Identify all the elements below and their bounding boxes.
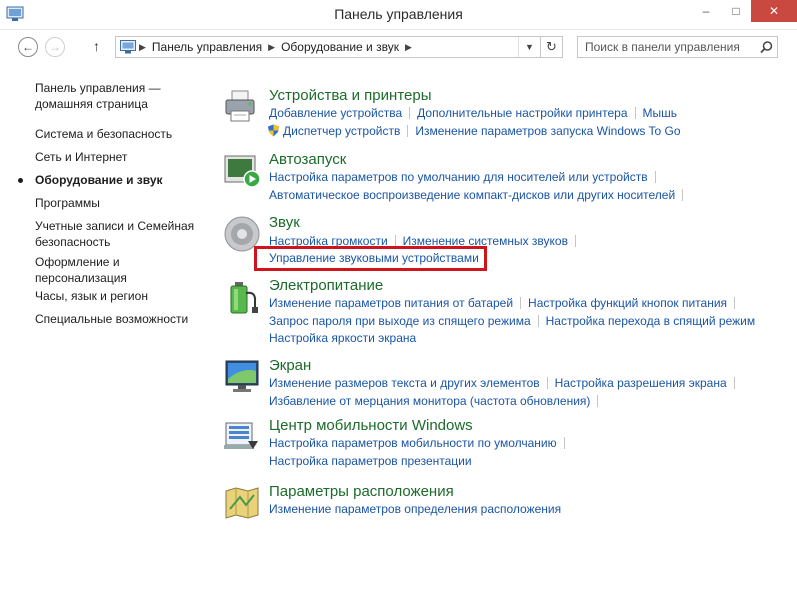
search-box[interactable] [577,36,778,58]
category-links: Избавление от мерцания монитора (частота… [269,394,605,408]
location-settings-link[interactable]: Изменение параметров определения располо… [269,502,561,516]
sidebar-item-clock-region[interactable]: Часы, язык и регион [35,288,148,304]
category-links: Автоматическое воспроизведение компакт-д… [269,188,690,202]
sidebar-item-system-security[interactable]: Система и безопасность [35,126,172,142]
category-links: Изменение параметров определения располо… [269,502,561,516]
chevron-right-icon[interactable]: ▶ [405,42,412,53]
refresh-rate-link[interactable]: Избавление от мерцания монитора (частота… [269,394,590,408]
arrow-left-icon: ← [22,40,34,54]
category-title[interactable]: Звук [269,214,300,231]
printer-settings-link[interactable]: Дополнительные настройки принтера [417,106,627,120]
screen-resolution-link[interactable]: Настройка разрешения экрана [555,376,727,390]
category-links: Изменение параметров питания от батарей Н… [269,296,742,310]
presentation-settings-link[interactable]: Настройка параметров презентации [269,454,472,468]
close-button[interactable]: ✕ [751,0,797,22]
minimize-button[interactable]: – [691,0,721,22]
forward-button[interactable]: → [45,37,65,57]
category-title[interactable]: Экран [269,357,311,374]
windows-to-go-link[interactable]: Изменение параметров запуска Windows To … [415,124,680,138]
add-device-link[interactable]: Добавление устройства [269,106,402,120]
back-button[interactable]: ← [18,37,38,57]
sidebar-item-label: Оборудование и звук [35,173,163,187]
mobility-defaults-link[interactable]: Настройка параметров мобильности по умол… [269,436,557,450]
autoplay-icon [224,155,261,188]
mouse-link[interactable]: Мышь [643,106,678,120]
sidebar-item-hardware-sound[interactable]: Оборудование и звук [18,172,163,188]
autoplay-cd-link[interactable]: Автоматическое воспроизведение компакт-д… [269,188,675,202]
category-title[interactable]: Устройства и принтеры [269,87,431,104]
sleep-settings-link[interactable]: Настройка перехода в спящий режим [546,314,755,328]
battery-settings-link[interactable]: Изменение параметров питания от батарей [269,296,513,310]
category-links: Настройка параметров презентации [269,454,472,468]
sidebar-item-accounts[interactable]: Учетные записи и Семейная безопасность [35,218,200,250]
text-size-link[interactable]: Изменение размеров текста и других элеме… [269,376,540,390]
control-panel-icon [120,40,136,54]
search-input[interactable] [585,40,755,54]
window-controls: – □ ✕ [691,0,797,22]
category-links: Запрос пароля при выходе из спящего режи… [269,314,755,328]
up-button[interactable]: ↑ [93,38,100,54]
category-links: Настройка параметров мобильности по умол… [269,436,572,450]
title-bar: Панель управления – □ ✕ [0,0,797,30]
location-icon [225,487,259,519]
category-links: Настройка яркости экрана [269,331,416,345]
mobility-center-icon [224,422,258,449]
refresh-icon[interactable]: ↻ [540,37,562,57]
search-icon[interactable] [755,40,777,54]
sidebar-item-accessibility[interactable]: Специальные возможности [35,311,188,327]
device-manager-link[interactable]: Диспетчер устройств [283,124,400,138]
sidebar-item-network[interactable]: Сеть и Интернет [35,149,127,165]
breadcrumb-hardware-sound[interactable]: Оборудование и звук [281,40,399,54]
sidebar-item-appearance[interactable]: Оформление и персонализация [35,254,145,286]
sidebar-item-home[interactable]: Панель управления — домашняя страница [35,80,185,112]
category-title[interactable]: Автозапуск [269,151,346,168]
monitor-icon [225,360,259,392]
address-bar[interactable]: ▶ Панель управления ▶ Оборудование и зву… [115,36,563,58]
arrow-right-icon: → [49,40,61,54]
sidebar-item-programs[interactable]: Программы [35,195,100,211]
arrow-up-icon: ↑ [93,38,100,54]
current-item-bullet [18,178,23,183]
wake-password-link[interactable]: Запрос пароля при выходе из спящего режи… [269,314,531,328]
autoplay-defaults-link[interactable]: Настройка параметров по умолчанию для но… [269,170,648,184]
category-links: Настройка параметров по умолчанию для но… [269,170,663,184]
screen-brightness-link[interactable]: Настройка яркости экрана [269,331,416,345]
printer-icon [225,90,255,122]
category-links: Диспетчер устройств Изменение параметров … [267,124,681,138]
category-title[interactable]: Центр мобильности Windows [269,417,473,434]
chevron-right-icon[interactable]: ▶ [268,42,275,53]
window-title: Панель управления [334,6,463,22]
chevron-right-icon[interactable]: ▶ [139,42,146,53]
category-links: Изменение размеров текста и других элеме… [269,376,742,390]
chevron-down-icon[interactable]: ▼ [518,37,540,57]
category-links: Добавление устройства Дополнительные наст… [269,106,677,120]
category-title[interactable]: Параметры расположения [269,483,454,500]
shield-icon [268,124,279,137]
power-buttons-link[interactable]: Настройка функций кнопок питания [528,296,727,310]
navigation-bar: ← → ↑ ▶ Панель управления ▶ Оборудование… [0,32,797,62]
highlight-frame [254,246,487,271]
maximize-button[interactable]: □ [721,0,751,22]
breadcrumb-control-panel[interactable]: Панель управления [152,40,262,54]
category-title[interactable]: Электропитание [269,277,383,294]
battery-icon [230,282,258,314]
